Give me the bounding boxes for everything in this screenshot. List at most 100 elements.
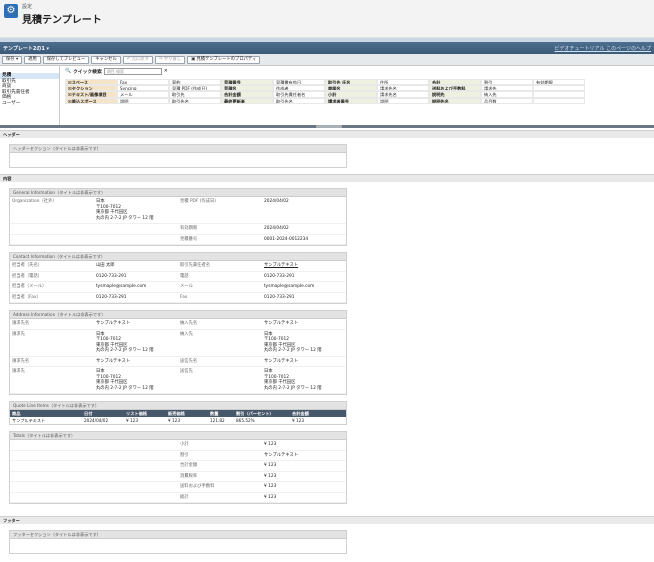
- table-cell: 2024/04/02: [84, 418, 109, 423]
- field-label: 送信先: [180, 369, 193, 374]
- field-label: メール: [180, 284, 193, 289]
- apply-button[interactable]: 適用: [24, 56, 41, 64]
- table-cell: 121.82: [210, 418, 225, 423]
- template-section[interactable]: Quote Line Items（タイトルは非表示です） 商品 日付 リスト価格 販売価…: [9, 401, 347, 425]
- template-section[interactable]: Totals（タイトルは非表示です） 小計 ¥ 123 割引 サンプルテキスト 合計金額 ¥…: [9, 431, 347, 504]
- field-label: 合計金額: [180, 463, 198, 468]
- footer-band: フッター: [0, 516, 654, 524]
- field-label: Fax: [180, 294, 188, 300]
- table-header: 商品 日付 リスト価格 販売価格 数量 割引（パーセント） 合計金額: [10, 410, 346, 417]
- field-value: 日本 〒100-7012 東京都 千代田区 丸の内 2-7-2 JP タワー 1…: [96, 369, 154, 391]
- total-row: 小計 ¥ 123: [10, 440, 346, 451]
- palette-field[interactable]: 説明: [377, 97, 429, 104]
- section-row: 請求先名 サンプルテキスト 送信先名 サンプルテキスト: [10, 357, 346, 367]
- quick-find-input[interactable]: 項目 検索: [103, 68, 162, 75]
- table-row: サンプルテキスト 2024/04/02 ¥ 123 ¥ 123 121.82 865.52…: [10, 417, 346, 424]
- field-label: 見積番号: [180, 236, 198, 242]
- field-label: 担当者（メール）: [12, 284, 47, 289]
- field-label: 納入先: [180, 331, 193, 337]
- template-section[interactable]: Address Information（タイトルは非表示です） 請求先名 サンプルテ…: [9, 310, 347, 395]
- resize-handle[interactable]: [316, 125, 342, 128]
- header-section[interactable]: ヘッダーセクション（タイトルは非表示です）: [9, 144, 347, 168]
- template-canvas: ヘッダー ヘッダーセクション（タイトルは非表示です） 内容 General In…: [0, 130, 654, 562]
- search-icon: 🔍: [65, 69, 71, 74]
- redo-button[interactable]: ↷ やり直し: [154, 56, 186, 64]
- field-value: サンプルテキスト: [96, 321, 131, 326]
- palette-field[interactable]: 説明先名: [429, 97, 481, 104]
- quick-find: 🔍 クイック検索 項目 検索 ✕: [65, 68, 168, 75]
- save-button[interactable]: 保存 ▾: [2, 56, 23, 64]
- field-label: Organization（社外）: [12, 199, 57, 204]
- field-value: ¥ 123: [264, 494, 277, 500]
- field-label: 電話: [180, 273, 189, 279]
- total-row: 消費税率 ¥ 123: [10, 472, 346, 482]
- total-row: 割引 サンプルテキスト: [10, 451, 346, 461]
- field-value: 日本 〒100-7012 東京都 千代田区 丸の内 2-7-2 JP タワー 1…: [264, 369, 322, 391]
- section-row: 担当者（氏名） 山田 太郎 取引先責任者名 サンプルテキスト: [10, 261, 346, 272]
- field-label: 見積 PDF (作成日): [180, 199, 216, 204]
- palette-categories: 見積 取引先 商談 取引先責任者 価格 ユーザー: [0, 66, 60, 125]
- field-palette: 見積 取引先 商談 取引先責任者 価格 ユーザー 🔍 クイック検索 項目 検索 …: [0, 66, 654, 128]
- template-section[interactable]: Contact Information（タイトルは非表示です） 担当者（氏名） 山田…: [9, 252, 347, 304]
- section-title: General Information（タイトルは非表示です）: [10, 189, 346, 197]
- cancel-button[interactable]: キャンセル: [91, 56, 121, 64]
- section-row: Organization（社外） 日本 〒100-7012 東京都 千代田区 丸の…: [10, 197, 346, 224]
- palette-field[interactable]: [533, 97, 585, 104]
- field-value: [94, 224, 178, 234]
- palette-field[interactable]: ☒差込スポース: [65, 97, 117, 104]
- field-label: 小計: [180, 442, 189, 447]
- section-row: 担当者（電話） 0120-733-291 電話 0120-733-291: [10, 272, 346, 282]
- palette-fields: 🔍 クイック検索 項目 検索 ✕ ☒スペース Fax 契約 見積番号 見積書有効日 取引先…: [62, 66, 654, 125]
- total-row: 合計金額 ¥ 123: [10, 461, 346, 472]
- field-label: 取引先責任者名: [180, 263, 211, 268]
- field-label: [10, 224, 94, 234]
- palette-row: ☒差込スポース 説明 取引先名 最終更新者 取引先名 請求者番号 説明 説明先名 品目数: [65, 97, 585, 104]
- palette-field[interactable]: 請求者番号: [325, 97, 377, 104]
- table-cell: サンプルテキスト: [12, 418, 46, 423]
- template-properties-button[interactable]: ▣ 見積テンプレートのプロパティ: [187, 56, 261, 64]
- field-label: 請求先名: [12, 321, 30, 326]
- field-label: 担当者（Fax）: [12, 294, 41, 300]
- field-value: ¥ 123: [264, 463, 277, 468]
- clear-icon[interactable]: ✕: [164, 69, 168, 74]
- breadcrumb[interactable]: 設定: [22, 3, 32, 10]
- footer-section[interactable]: フッターセクション（タイトルは非表示です）: [9, 530, 347, 554]
- table-cell: ¥ 123: [292, 418, 304, 423]
- header-band: ヘッダー: [0, 130, 654, 138]
- help-links[interactable]: ビデオチュートリアル このページのヘルプ: [555, 45, 651, 52]
- field-value: 日本 〒100-7012 東京都 千代田区 丸の内 2-7-2 JP タワー 1…: [264, 331, 322, 354]
- section-title: フッターセクション（タイトルは非表示です）: [10, 531, 346, 539]
- field-value: 2024/04/02: [264, 199, 289, 204]
- undo-button[interactable]: ↶ 元に戻す: [122, 56, 153, 64]
- field-label: [10, 235, 94, 245]
- field-value: サンプルテキスト: [96, 358, 131, 364]
- column-header: リスト価格: [126, 411, 147, 416]
- field-label: 送信先名: [180, 358, 198, 364]
- save-preview-button[interactable]: 保存してプレビュー: [42, 56, 90, 64]
- field-label: 担当者（氏名）: [12, 263, 43, 268]
- palette-field[interactable]: 取引先名: [169, 97, 221, 104]
- page-header: ⚙ 設定 見積テンプレート: [0, 0, 654, 38]
- template-section[interactable]: General Information（タイトルは非表示です） Organizat…: [9, 188, 347, 246]
- section-row: 担当者（Fax） 0120-733-291 Fax 0120-733-291: [10, 293, 346, 303]
- column-header: 日付: [84, 411, 93, 416]
- field-value: 0120-733-291: [96, 294, 127, 300]
- template-selector[interactable]: テンプレート2の1 ▾: [3, 45, 49, 52]
- palette-field[interactable]: 品目数: [481, 97, 533, 104]
- section-row: 請求先 日本 〒100-7012 東京都 千代田区 丸の内 2-7-2 JP タワ…: [10, 367, 346, 394]
- gear-icon: ⚙: [4, 4, 18, 18]
- palette-field[interactable]: 説明: [117, 97, 169, 104]
- palette-field[interactable]: 最終更新者: [221, 97, 273, 104]
- palette-field[interactable]: 取引先名: [273, 97, 325, 104]
- category-item[interactable]: ユーザー: [0, 101, 59, 107]
- section-title: Totals（タイトルは非表示です）: [10, 432, 346, 440]
- field-label: 割引: [180, 452, 189, 458]
- column-header: 販売価格: [168, 411, 185, 416]
- field-label: 請求先: [12, 331, 25, 337]
